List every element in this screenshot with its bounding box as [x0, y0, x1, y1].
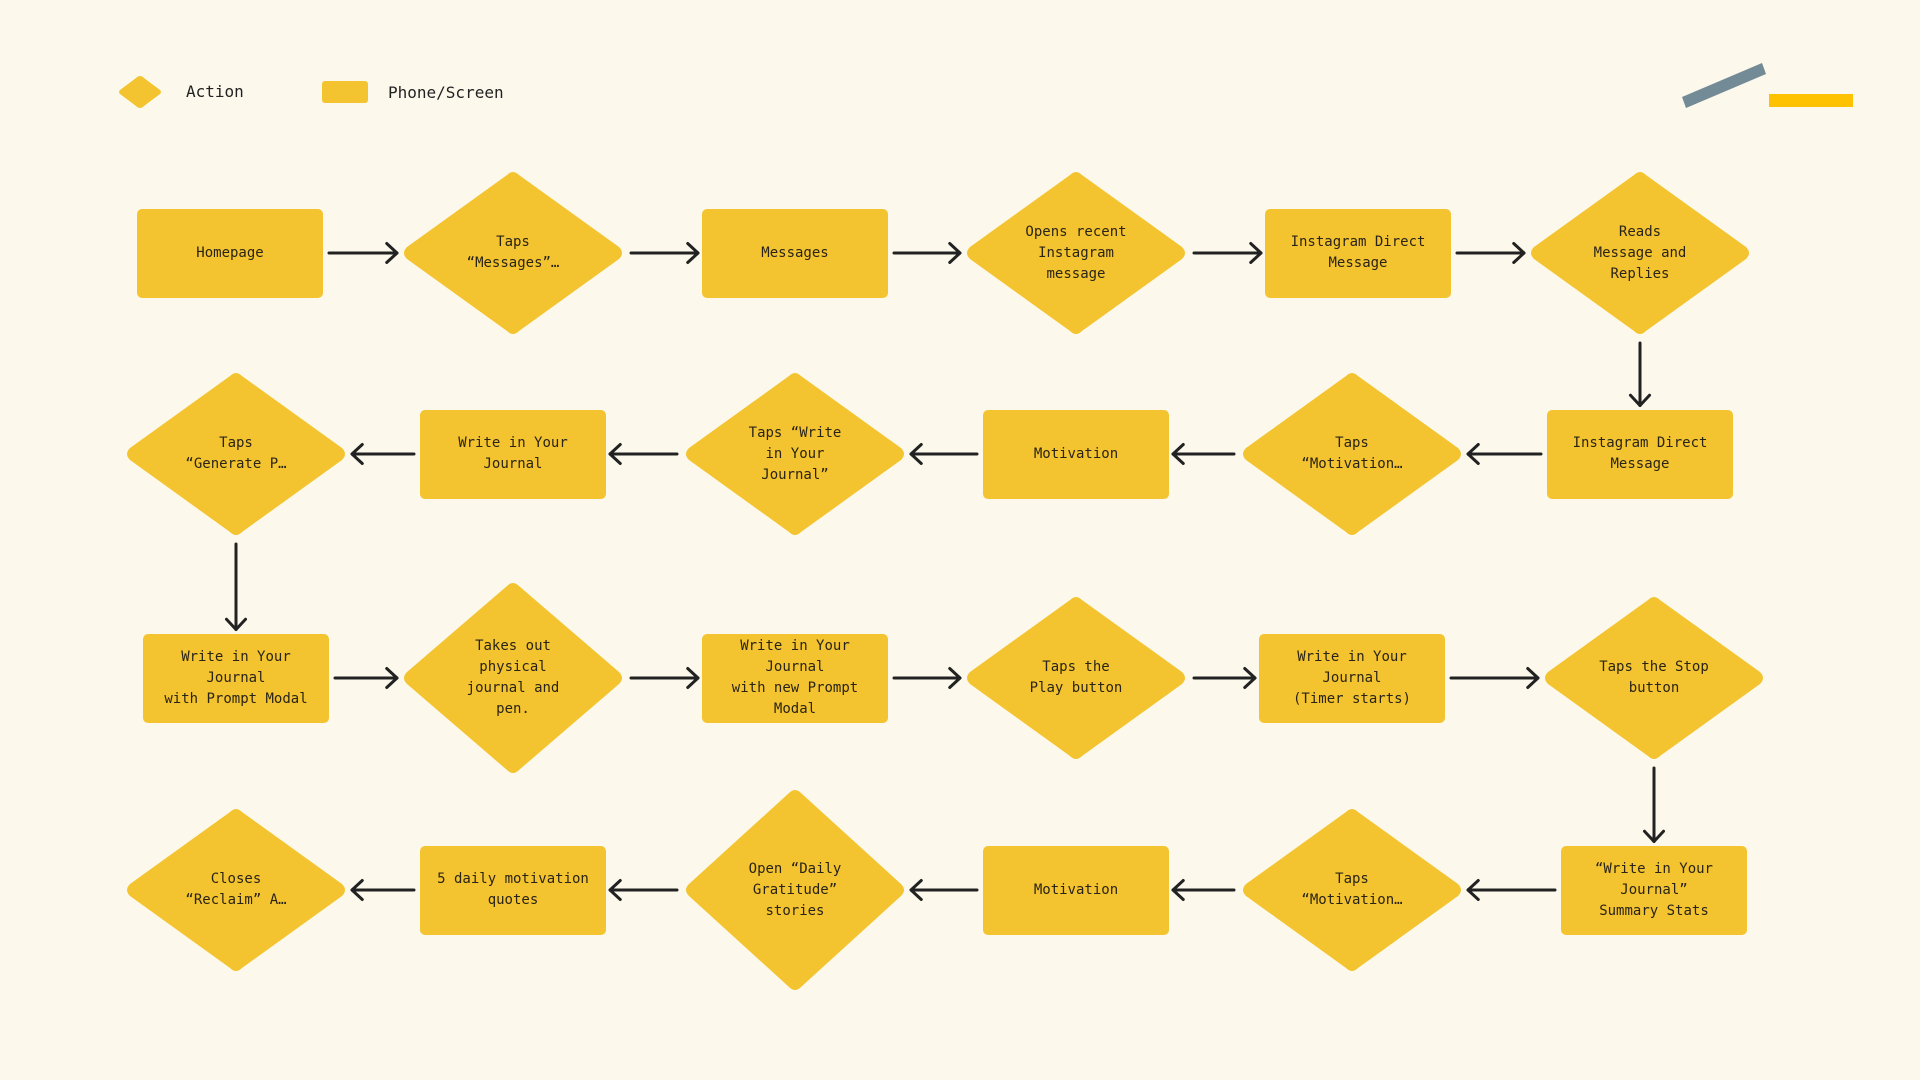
legend-screen-label: Phone/Screen	[388, 83, 504, 102]
action-node: Open “Daily Gratitude” stories	[683, 787, 907, 993]
node-label: 5 daily motivation quotes	[437, 871, 589, 908]
arrow-left	[1466, 878, 1557, 902]
arrow-right	[1192, 241, 1263, 265]
screen-node: “Write in Your Journal” Summary Stats	[1561, 845, 1747, 935]
screen-node: Instagram Direct Message	[1547, 409, 1733, 499]
node-label: Write in Your Journal (Timer starts)	[1292, 648, 1411, 707]
action-node: Closes “Reclaim” A…	[124, 806, 348, 974]
node-label: Takes out physical journal and pen.	[466, 638, 560, 717]
action-node: Taps “Motivation…	[1240, 806, 1464, 974]
arrow-right	[629, 241, 700, 265]
action-node: Taps “Messages”…	[401, 169, 625, 337]
screen-node: Motivation	[983, 845, 1169, 935]
legend-action-diamond-icon	[119, 76, 161, 108]
arrow-left	[909, 442, 979, 466]
node-label: Instagram Direct Message	[1290, 234, 1426, 271]
node-label: Taps “Generate P…	[185, 435, 287, 472]
arrow-right	[333, 666, 399, 690]
node-label: Taps “Motivation…	[1301, 871, 1403, 908]
arrow-right	[1192, 666, 1257, 690]
node-label: Motivation	[1033, 881, 1119, 898]
arrow-right	[629, 666, 700, 690]
arrow-left	[350, 878, 416, 902]
node-label: Write in Your Journal with new Prompt Mo…	[731, 638, 859, 717]
screen-node: Instagram Direct Message	[1265, 208, 1451, 298]
node-label: Homepage	[196, 244, 264, 261]
action-node: Taps “Write in Your Journal”	[683, 370, 907, 538]
arrow-right	[1449, 666, 1540, 690]
node-label: Taps the Play button	[1029, 659, 1123, 696]
arrow-left	[1466, 442, 1543, 466]
decorative-yellow-bar	[1769, 94, 1853, 107]
node-label: Reads Message and Replies	[1593, 223, 1687, 282]
node-label: Taps the Stop button	[1599, 659, 1709, 696]
legend-action-label: Action	[186, 82, 244, 101]
arrow-right	[1455, 241, 1526, 265]
action-node: Takes out physical journal and pen.	[401, 580, 625, 776]
decorative-slate-bar-icon	[1682, 63, 1766, 108]
screen-node: Write in Your Journal	[420, 409, 606, 499]
arrow-left	[1171, 878, 1236, 902]
action-node: Taps “Motivation…	[1240, 370, 1464, 538]
legend-screen-rect-icon	[322, 81, 368, 103]
action-node: Taps “Generate P…	[124, 370, 348, 538]
arrow-left	[608, 442, 679, 466]
node-label: Taps “Write in Your Journal”	[748, 424, 842, 483]
arrow-right	[892, 666, 962, 690]
node-label: Open “Daily Gratitude” stories	[748, 860, 842, 919]
arrow-right	[892, 241, 962, 265]
screen-node: Messages	[702, 208, 888, 298]
arrow-down	[1642, 766, 1666, 843]
node-label: Messages	[761, 244, 829, 261]
arrow-down	[224, 542, 248, 631]
node-label: “Write in Your Journal” Summary Stats	[1594, 860, 1713, 919]
node-label: Motivation	[1033, 445, 1119, 462]
screen-node: Write in Your Journal (Timer starts)	[1259, 633, 1445, 723]
arrow-left	[1171, 442, 1236, 466]
action-node: Taps the Play button	[964, 594, 1188, 762]
node-label: Write in Your Journal with Prompt Modal	[164, 648, 308, 707]
arrow-down	[1628, 341, 1652, 407]
node-label: Taps “Motivation…	[1301, 435, 1403, 472]
action-node: Taps the Stop button	[1542, 594, 1766, 762]
screen-node: Homepage	[137, 208, 323, 298]
arrow-left	[608, 878, 679, 902]
node-label: Closes “Reclaim” A…	[185, 871, 287, 908]
action-node: Reads Message and Replies	[1528, 169, 1752, 337]
action-node: Opens recent Instagram message	[964, 169, 1188, 337]
node-label: Instagram Direct Message	[1572, 435, 1708, 472]
screen-node: 5 daily motivation quotes	[420, 845, 606, 935]
screen-node: Write in Your Journal with new Prompt Mo…	[702, 633, 888, 723]
screen-node: Motivation	[983, 409, 1169, 499]
node-label: Opens recent Instagram message	[1025, 223, 1127, 282]
arrow-right	[327, 241, 399, 265]
node-label: Taps “Messages”…	[466, 234, 560, 271]
arrow-left	[909, 878, 979, 902]
node-label: Write in Your Journal	[458, 435, 568, 472]
arrow-left	[350, 442, 416, 466]
screen-node: Write in Your Journal with Prompt Modal	[143, 633, 329, 723]
